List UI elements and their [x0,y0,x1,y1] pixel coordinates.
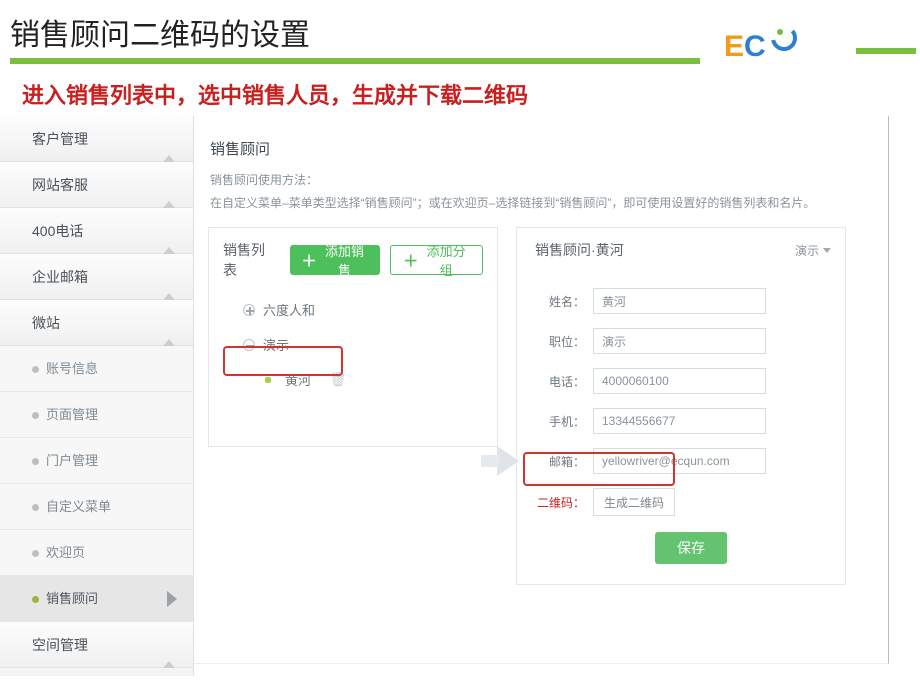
group-dropdown[interactable]: 演示 [795,242,831,259]
field-qr-label: 二维码： [535,494,585,511]
field-mobile-label: 手机： [535,413,585,430]
field-name-input[interactable] [593,288,766,314]
sidebar-item-label: 门户管理 [46,453,98,468]
field-phone-label: 电话： [535,373,585,390]
sidebar-group-label: 400电话 [32,223,83,239]
sidebar-item-label: 自定义菜单 [46,499,111,514]
page-header: 销售顾问二维码的设置 EC [0,0,920,64]
trash-icon[interactable]: 🗑 [329,371,347,388]
sidebar-item-account[interactable]: 账号信息 [0,346,193,392]
add-group-button[interactable]: ＋ 添加分组 [390,245,483,275]
group-dropdown-label: 演示 [795,242,819,259]
sidebar-group-label: 网站客服 [32,177,88,193]
sidebar-item-pagemgr[interactable]: 页面管理 [0,392,193,438]
sidebar-group-label: 企业邮箱 [32,269,88,285]
app-canvas: 客户管理 网站客服 400电话 企业邮箱 微站 账号信息 页面管理 门户管理 [0,116,890,666]
chevron-up-icon [163,640,175,686]
field-email-input[interactable] [593,448,766,474]
field-name-row: 姓名： [535,288,829,314]
panels-row: 销售列表 ＋ 添加销售 ＋ 添加分组 六度人和 演示 [208,227,882,585]
sidebar: 客户管理 网站客服 400电话 企业邮箱 微站 账号信息 页面管理 门户管理 [0,116,194,676]
sidebar-group-label: 微站 [32,315,60,331]
sidebar-item-custommenu[interactable]: 自定义菜单 [0,484,193,530]
field-mobile-row: 手机： [535,408,829,434]
save-button[interactable]: 保存 [655,532,727,564]
sidebar-group-microsite[interactable]: 微站 [0,300,193,346]
chevron-down-icon [823,248,831,253]
sidebar-item-portal[interactable]: 门户管理 [0,438,193,484]
field-email-row: 邮箱： [535,448,829,474]
detail-title: 销售顾问·黄河 [535,242,624,258]
add-sale-label: 添加销售 [321,241,369,279]
tree-node-demo[interactable]: 演示 [223,327,483,362]
tree-leaf-person[interactable]: 黄河 🗑 [223,362,483,397]
logo-letter-c: C [744,30,766,63]
sidebar-group-customer[interactable]: 客户管理 [0,116,193,162]
hint-body: 在自定义菜单–菜单类型选择“销售顾问”；或在欢迎页–选择链接到“销售顾问”，即可… [208,190,882,227]
leaf-bullet-icon [265,377,271,383]
field-name-label: 姓名： [535,293,585,310]
field-qr-row: 二维码： 生成二维码 [535,488,829,516]
generate-qr-button[interactable]: 生成二维码 [593,488,675,516]
field-mobile-input[interactable] [593,408,766,434]
logo-letter-e: E [724,30,744,63]
tree-node-org[interactable]: 六度人和 [223,292,483,327]
sales-list-header: 销售列表 ＋ 添加销售 ＋ 添加分组 [223,240,483,280]
title-rule-left [10,58,700,64]
sidebar-item-label: 销售顾问 [46,591,98,606]
logo-swirl-icon [769,23,800,54]
tree-leaf-label: 黄河 [285,370,311,389]
svg-text:EC: EC [724,30,766,63]
sidebar-group-label: 空间管理 [32,637,88,653]
section-title: 销售顾问 [208,124,882,169]
field-title-label: 职位： [535,333,585,350]
hint-label: 销售顾问使用方法： [208,169,882,190]
sidebar-group-mail[interactable]: 企业邮箱 [0,254,193,300]
sidebar-item-label: 页面管理 [46,407,98,422]
chevron-right-icon [167,591,177,607]
plus-icon: ＋ [403,250,418,271]
arrow-right-icon [497,446,519,476]
plus-icon: ＋ [302,250,317,271]
page-subtitle: 进入销售列表中，选中销售人员，生成并下载二维码 [0,64,920,116]
sales-detail-panel: 销售顾问·黄河 演示 姓名： 职位： 电话： 手 [516,227,846,585]
field-title-row: 职位： [535,328,829,354]
sidebar-group-space[interactable]: 空间管理 [0,622,193,668]
expand-plus-icon[interactable] [243,304,255,316]
add-sale-button[interactable]: ＋ 添加销售 [290,245,381,275]
field-title-input[interactable] [593,328,766,354]
sidebar-item-welcome[interactable]: 欢迎页 [0,530,193,576]
tree-node-label: 六度人和 [263,300,315,319]
sales-list-title: 销售列表 [223,240,276,280]
sidebar-group-label: 客户管理 [32,131,88,147]
field-phone-row: 电话： [535,368,829,394]
sales-list-panel: 销售列表 ＋ 添加销售 ＋ 添加分组 六度人和 演示 [208,227,498,447]
sidebar-item-label: 账号信息 [46,361,98,376]
content-area: 销售顾问 销售顾问使用方法： 在自定义菜单–菜单类型选择“销售顾问”；或在欢迎页… [200,116,890,593]
collapse-minus-icon[interactable] [243,339,255,351]
sidebar-item-sales[interactable]: 销售顾问 [0,576,193,622]
sidebar-item-label: 欢迎页 [46,545,85,560]
tree-node-label: 演示 [263,335,289,354]
logo-dot-icon [777,29,783,35]
field-phone-input[interactable] [593,368,766,394]
brand-logo: EC [724,22,804,70]
add-group-label: 添加分组 [422,241,470,279]
field-email-label: 邮箱： [535,453,585,470]
title-rule-right [856,48,916,54]
sidebar-group-400phone[interactable]: 400电话 [0,208,193,254]
sidebar-group-webservice[interactable]: 网站客服 [0,162,193,208]
